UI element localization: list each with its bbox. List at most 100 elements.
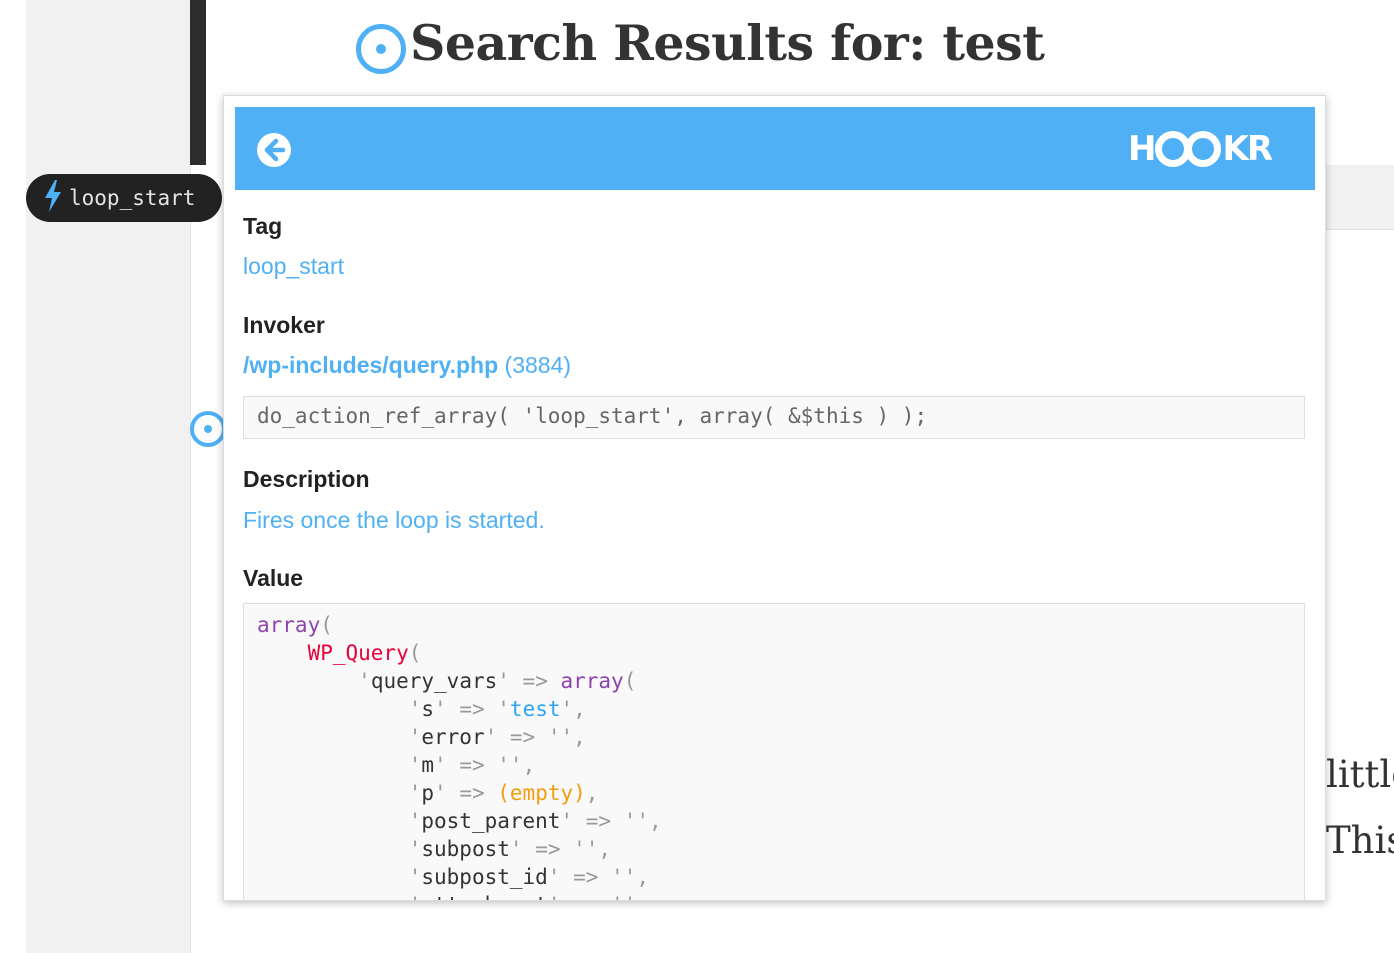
code-quote: ' [408,725,422,749]
value-code-block: array( WP_Query( 'query_vars' => array( … [243,603,1305,900]
background-content-text: This [1326,819,1394,862]
code-key: error [421,725,485,749]
panel-header: H KR [235,107,1315,190]
code-line: 'm' => '', [257,751,1291,779]
hook-target-icon[interactable] [356,24,406,74]
code-line: array( [257,611,1291,639]
invoker-line-number: (3884) [504,352,572,378]
code-quote: ' [358,669,371,693]
code-comma: , [636,893,649,900]
description-label: Description [243,466,370,492]
code-value: array [257,613,321,637]
page-title: Search Results for: test [410,14,1045,72]
brand-text-start: H [1128,129,1157,169]
code-value: '' [547,725,574,749]
code-arrow: => [522,837,574,861]
code-comma: , [636,865,649,889]
code-quote: ' [408,809,422,833]
code-line: 'p' => (empty), [257,779,1291,807]
code-value: test [509,697,561,721]
content-bar-remnant [1326,165,1394,230]
code-key: post_parent [421,809,561,833]
code-arrow: => [573,809,624,833]
code-key: query_vars [370,669,498,693]
code-comma: , [573,697,586,721]
hook-detail-panel: H KR Tag loop_start Invoker /wp-includes… [223,95,1326,901]
code-quote: ' [409,893,422,900]
hookr-logo: H KR [1128,129,1273,169]
code-value: '' [611,865,637,889]
lightning-bolt-icon [44,179,62,217]
code-quote: ' [408,865,422,889]
code-quote: ' [434,753,447,777]
code-quote: ' [408,837,422,861]
code-line: 'attachment' => '', [257,891,1291,900]
code-key: s [421,697,435,721]
code-key: subpost [421,837,510,861]
code-line: 'post_parent' => '', [257,807,1291,835]
hook-target-icon-side[interactable] [190,411,226,447]
code-arrow: => [560,893,611,900]
code-value: '' [611,893,636,900]
code-quote: ' [497,697,510,721]
code-arrow: => [446,697,498,721]
code-comma: , [585,781,599,805]
tag-label: Tag [243,213,283,239]
code-quote: ' [408,697,422,721]
description-text: Fires once the loop is started. [243,507,545,533]
code-value: '' [497,753,523,777]
code-key: m [421,753,435,777]
code-arrow: => [560,865,612,889]
code-line: 'query_vars' => array( [257,667,1291,695]
code-paren: ( [320,613,333,637]
code-comma: , [598,837,612,861]
code-arrow: => [446,781,498,805]
code-key: p [421,781,435,805]
code-line: WP_Query( [257,639,1291,667]
code-quote: ' [509,837,523,861]
code-quote: ' [434,697,447,721]
invoker-label: Invoker [243,312,325,338]
code-line: 'subpost' => '', [257,835,1291,863]
code-line: 'subpost_id' => '', [257,863,1291,891]
code-value: WP_Query [307,641,409,665]
code-quote: ' [408,781,422,805]
code-key: subpost_id [421,865,548,889]
code-value: (empty) [497,781,586,805]
sidebar-background [26,0,190,953]
code-quote: ' [434,781,447,805]
code-key: attachment [421,893,547,900]
code-quote: ' [547,865,561,889]
tag-value-link[interactable]: loop_start [243,253,344,280]
background-content-text: little [1326,753,1394,796]
code-comma: , [522,753,536,777]
back-arrow-icon[interactable] [255,131,293,169]
code-quote: ' [408,753,422,777]
value-label: Value [243,565,304,591]
code-line: 's' => 'test', [257,695,1291,723]
hook-pill-label: loop_start [69,186,196,210]
invoker-code-snippet: do_action_ref_array( 'loop_start', array… [243,396,1305,439]
code-paren: ( [408,641,422,665]
code-quote: ' [560,809,574,833]
invoker-location: /wp-includes/query.php (3884) [243,352,571,379]
code-quote: ' [560,697,574,721]
code-comma: , [573,725,586,749]
code-value: array [560,669,624,693]
code-value: '' [573,837,599,861]
code-value: '' [623,809,649,833]
code-arrow: => [497,725,548,749]
code-quote: ' [497,669,510,693]
code-quote: ' [484,725,498,749]
hook-pill-loop-start[interactable]: loop_start [26,174,222,222]
code-quote: ' [548,893,561,900]
code-comma: , [648,809,662,833]
hook-marker-bar [190,0,206,165]
code-arrow: => [509,669,561,693]
code-arrow: => [446,753,498,777]
code-line: 'error' => '', [257,723,1291,751]
invoker-file-link[interactable]: /wp-includes/query.php [243,352,498,378]
brand-oo-icon [1155,131,1222,167]
brand-text-end: KR [1222,129,1273,169]
code-paren: ( [623,669,637,693]
